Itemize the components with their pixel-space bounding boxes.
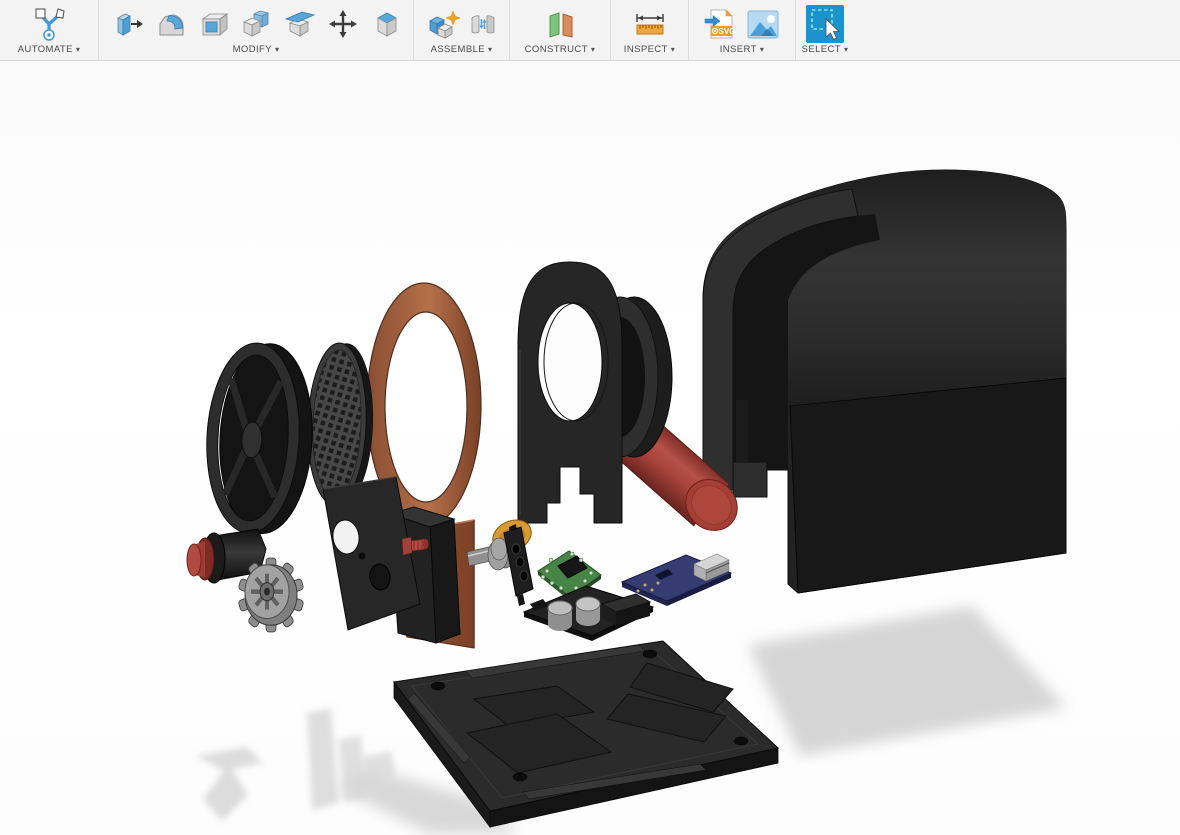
svg-badge-text: SVG	[719, 27, 736, 36]
split-body-icon	[284, 11, 315, 37]
modify-label: MODIFY	[232, 44, 272, 55]
automate-label: AUTOMATE	[17, 44, 73, 55]
toolbar-group-inspect: INSPECT ▾	[611, 0, 689, 60]
joint-icon	[471, 15, 494, 34]
insert-label: INSERT	[719, 44, 757, 55]
insert-canvas-button[interactable]	[746, 7, 780, 41]
insert-svg-icon: SVG	[704, 9, 736, 39]
modify-menu[interactable]: MODIFY ▾	[233, 45, 280, 55]
select-label: SELECT	[801, 44, 841, 55]
fillet-button[interactable]	[156, 9, 186, 39]
move-copy-button[interactable]	[328, 9, 358, 39]
viewport-3d[interactable]	[0, 61, 1180, 835]
chevron-down-icon: ▾	[670, 45, 676, 54]
automate-button[interactable]	[32, 6, 66, 42]
combine-button[interactable]	[240, 9, 272, 39]
inspect-menu[interactable]: INSPECT ▾	[624, 45, 675, 55]
chevron-down-icon: ▾	[274, 45, 280, 54]
chamfer-icon	[376, 12, 397, 37]
construction-plane-icon	[549, 12, 573, 38]
new-component-icon	[428, 10, 460, 39]
part-flywheel[interactable]	[202, 341, 317, 536]
automate-icon	[35, 8, 65, 41]
toolbar-group-select: SELECT ▾	[796, 0, 854, 60]
construct-label: CONSTRUCT	[524, 44, 588, 55]
app-window: AUTOMATE ▾ MODIFY ▾ ASSEMBLE ▾ CONSTRUCT…	[0, 0, 1180, 835]
part-outer-cover[interactable]	[702, 169, 1067, 594]
assemble-label: ASSEMBLE	[430, 44, 485, 55]
new-component-button[interactable]	[426, 9, 460, 39]
select-menu[interactable]: SELECT ▾	[802, 45, 849, 55]
part-driver-pcb[interactable]	[522, 585, 655, 641]
toolbar-group-automate: AUTOMATE ▾	[0, 0, 99, 60]
measure-button[interactable]	[630, 9, 670, 39]
chevron-down-icon: ▾	[590, 45, 596, 54]
chevron-down-icon: ▾	[75, 45, 81, 54]
assemble-menu[interactable]: ASSEMBLE ▾	[431, 45, 493, 55]
insert-svg-button[interactable]: SVG	[704, 7, 738, 41]
construction-plane-button[interactable]	[543, 9, 577, 39]
toolbar-group-construct: CONSTRUCT ▾	[510, 0, 611, 60]
toolbar-group-assemble: ASSEMBLE ▾	[414, 0, 510, 60]
measure-icon	[635, 14, 664, 35]
combine-icon	[242, 10, 269, 37]
split-body-button[interactable]	[284, 9, 316, 39]
toolbar-empty-space	[854, 0, 1180, 60]
select-icon	[806, 5, 844, 43]
insert-menu[interactable]: INSERT ▾	[720, 45, 765, 55]
inspect-label: INSPECT	[623, 44, 668, 55]
toolbar-group-insert: SVG INSERT ▾	[689, 0, 796, 60]
toolbar-group-modify: MODIFY ▾	[99, 0, 414, 60]
shell-icon	[201, 13, 228, 36]
joint-button[interactable]	[468, 9, 498, 39]
automate-menu[interactable]: AUTOMATE ▾	[18, 45, 81, 55]
chevron-down-icon: ▾	[843, 45, 849, 54]
press-pull-icon	[116, 13, 143, 36]
shell-button[interactable]	[198, 9, 228, 39]
chevron-down-icon: ▾	[759, 45, 765, 54]
fillet-icon	[159, 14, 183, 36]
chamfer-button[interactable]	[370, 9, 400, 39]
select-button[interactable]	[805, 4, 845, 44]
toolbar: AUTOMATE ▾ MODIFY ▾ ASSEMBLE ▾ CONSTRUCT…	[0, 0, 1180, 61]
construct-menu[interactable]: CONSTRUCT ▾	[525, 45, 596, 55]
press-pull-button[interactable]	[113, 9, 144, 39]
model-canvas[interactable]	[0, 61, 1180, 835]
move-copy-icon	[328, 10, 357, 38]
chevron-down-icon: ▾	[488, 45, 493, 54]
insert-canvas-icon	[747, 10, 779, 39]
